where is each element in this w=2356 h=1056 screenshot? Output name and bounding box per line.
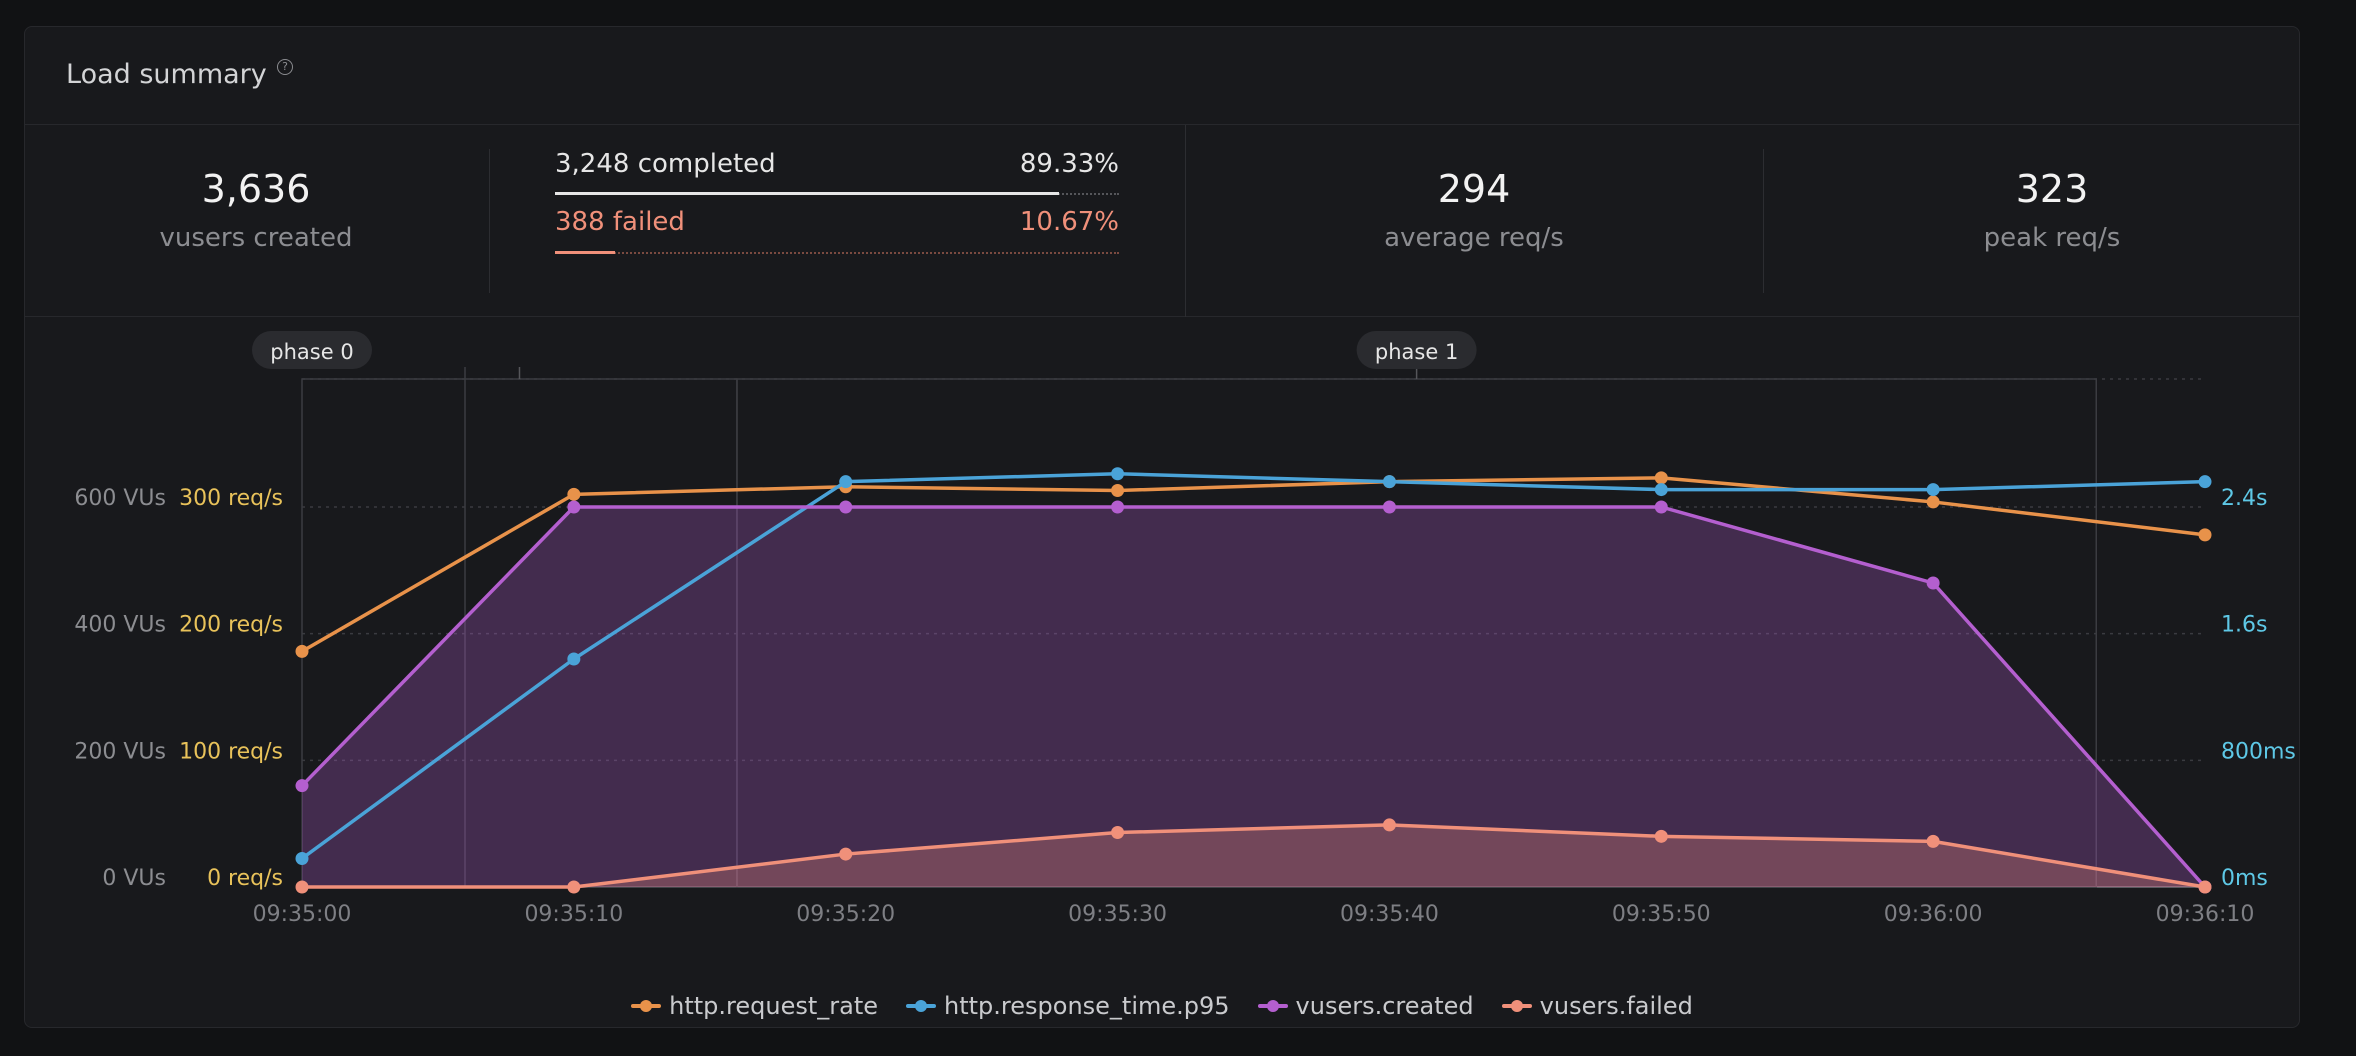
legend-item[interactable]: vusers.created <box>1257 989 1474 1023</box>
x-tick-label: 09:35:50 <box>1612 902 1711 927</box>
data-point <box>1111 484 1125 498</box>
y-tick-label-req: 0 req/s <box>207 866 283 891</box>
y-tick-label-req: 200 req/s <box>179 613 283 638</box>
data-point <box>839 500 853 514</box>
load-summary-panel: Load summary ? 3,636 vusers created 3,24… <box>24 26 2300 1028</box>
x-tick-label: 09:35:40 <box>1340 902 1439 927</box>
y-tick-label-vus: 400 VUs <box>74 613 166 638</box>
data-point <box>1926 576 1940 590</box>
stat-value: 323 <box>2015 167 2089 211</box>
stat-value: 3,636 <box>201 167 311 211</box>
failed-track <box>555 252 1119 254</box>
data-point <box>1926 834 1940 848</box>
stats-row: 3,636 vusers created 3,248 completed 89.… <box>25 125 2299 317</box>
data-point <box>567 500 581 514</box>
legend-label: http.request_rate <box>669 992 879 1020</box>
legend-label: vusers.failed <box>1539 992 1693 1020</box>
data-point <box>1382 475 1396 489</box>
completed-label: 3,248 completed <box>555 149 776 179</box>
phase-label: phase 0 <box>270 340 353 364</box>
legend-item[interactable]: vusers.failed <box>1501 989 1693 1023</box>
data-point <box>1111 467 1125 481</box>
y-tick-label-vus: 0 VUs <box>102 866 166 891</box>
legend-swatch <box>631 1000 662 1012</box>
data-point <box>1654 471 1668 485</box>
data-point <box>295 779 309 793</box>
panel-title: Load summary <box>66 59 267 90</box>
stat-average-rps: 294 average req/s <box>1185 125 1763 317</box>
x-tick-label: 09:35:00 <box>253 902 352 927</box>
stat-value: 294 <box>1437 167 1511 211</box>
x-tick-label: 09:35:30 <box>1068 902 1167 927</box>
chart-legend: http.request_rate http.response_time.p95 v… <box>25 989 2299 1023</box>
legend-swatch <box>1257 1000 1288 1012</box>
legend-label: vusers.created <box>1295 992 1474 1020</box>
y-tick-label-time: 0ms <box>2221 866 2268 891</box>
help-circle-icon[interactable]: ? <box>277 59 293 75</box>
x-tick-label: 09:36:10 <box>2156 902 2255 927</box>
legend-label: http.response_time.p95 <box>944 992 1230 1020</box>
legend-swatch <box>906 1000 937 1012</box>
phase-label: phase 1 <box>1375 340 1458 364</box>
data-point <box>839 475 853 489</box>
completed-bar <box>555 192 1059 195</box>
stat-label: average req/s <box>1384 223 1564 253</box>
y-tick-label-vus: 600 VUs <box>74 486 166 511</box>
stat-peak-rps: 323 peak req/s <box>1763 125 2299 317</box>
data-point <box>839 847 853 861</box>
x-tick-label: 09:35:10 <box>524 902 623 927</box>
data-point <box>1382 500 1396 514</box>
failed-bar <box>555 251 616 254</box>
stat-label: vusers created <box>159 223 353 253</box>
data-point <box>1654 500 1668 514</box>
data-point <box>1111 826 1125 840</box>
legend-swatch <box>1501 1000 1532 1012</box>
stat-label: peak req/s <box>1983 223 2121 253</box>
failed-label: 388 failed <box>555 207 685 237</box>
y-tick-label-vus: 200 VUs <box>74 739 166 764</box>
panel-header: Load summary ? <box>25 27 2299 125</box>
load-chart[interactable]: phase 0 phase 1 0 VUs 0 req/s 0ms 200 VUs 100 … <box>25 317 2300 977</box>
data-point <box>2198 880 2212 894</box>
data-point <box>1382 818 1396 832</box>
failed-percent: 10.67% <box>1019 207 1119 237</box>
stat-vusers-created: 3,636 vusers created <box>25 125 487 317</box>
data-point <box>1654 829 1668 843</box>
divider <box>489 149 490 293</box>
y-tick-label-time: 2.4s <box>2221 486 2267 511</box>
x-tick-label: 09:35:20 <box>796 902 895 927</box>
data-point <box>567 652 581 666</box>
data-point <box>295 880 309 894</box>
y-tick-label-time: 1.6s <box>2221 613 2267 638</box>
data-point <box>2198 475 2212 489</box>
data-point <box>567 487 581 501</box>
data-point <box>567 880 581 894</box>
x-tick-label: 09:36:00 <box>1884 902 1983 927</box>
data-point <box>1926 483 1940 497</box>
data-point <box>1926 495 1940 509</box>
y-tick-label-req: 300 req/s <box>179 486 283 511</box>
data-point <box>295 644 309 658</box>
legend-item[interactable]: http.response_time.p95 <box>906 989 1230 1023</box>
chart-area: phase 0 phase 1 0 VUs 0 req/s 0ms 200 VUs 100 … <box>25 317 2300 1027</box>
legend-item[interactable]: http.request_rate <box>631 989 878 1023</box>
data-point <box>1654 483 1668 497</box>
completed-percent: 89.33% <box>1019 149 1119 179</box>
data-point <box>295 852 309 865</box>
y-tick-label-time: 800ms <box>2221 739 2296 764</box>
data-point <box>2198 528 2212 542</box>
data-point <box>1111 500 1125 514</box>
y-tick-label-req: 100 req/s <box>179 739 283 764</box>
